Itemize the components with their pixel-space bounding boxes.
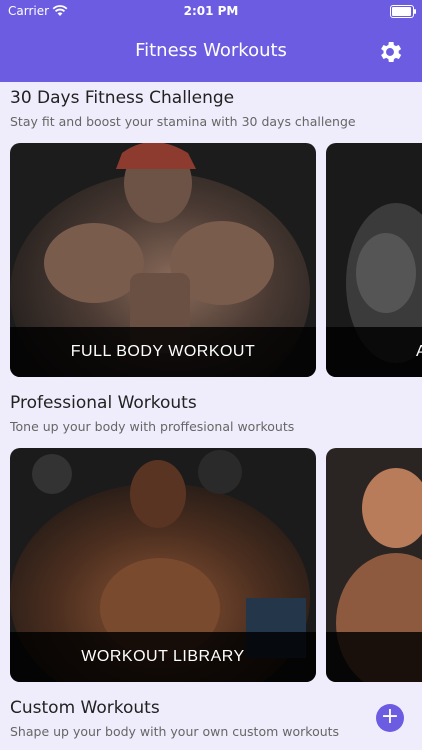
section-subtitle: Tone up your body with proffesional work… [10, 419, 295, 434]
card-label: A [326, 327, 422, 377]
gear-icon[interactable] [376, 38, 404, 66]
section-title: 30 Days Fitness Challenge [10, 88, 235, 108]
card-label [326, 632, 422, 682]
card-label: FULL BODY WORKOUT [10, 327, 316, 377]
section-30-days: 30 Days Fitness Challenge Stay fit and b… [10, 88, 410, 129]
section-title: Professional Workouts [10, 393, 197, 413]
app-header: Carrier 2:01 PM Fitness Workouts [0, 0, 422, 82]
section-professional: Professional Workouts Tone up your body … [10, 393, 410, 434]
card-label: WORKOUT LIBRARY [10, 632, 316, 682]
card-second-professional[interactable] [326, 448, 422, 682]
plus-icon[interactable]: + [376, 704, 404, 732]
section-title: Custom Workouts [10, 698, 160, 718]
card-full-body-workout[interactable]: FULL BODY WORKOUT [10, 143, 316, 377]
clock: 2:01 PM [183, 4, 239, 18]
section-subtitle: Stay fit and boost your stamina with 30 … [10, 114, 356, 129]
section-subtitle: Shape up your body with your own custom … [10, 724, 340, 739]
status-bar: Carrier 2:01 PM [0, 0, 422, 24]
card-second-challenge[interactable]: A [326, 143, 422, 377]
battery-icon [390, 5, 416, 18]
card-workout-library[interactable]: WORKOUT LIBRARY [10, 448, 316, 682]
section-custom: Custom Workouts Shape up your body with … [10, 698, 410, 739]
page-title: Fitness Workouts [135, 40, 287, 61]
